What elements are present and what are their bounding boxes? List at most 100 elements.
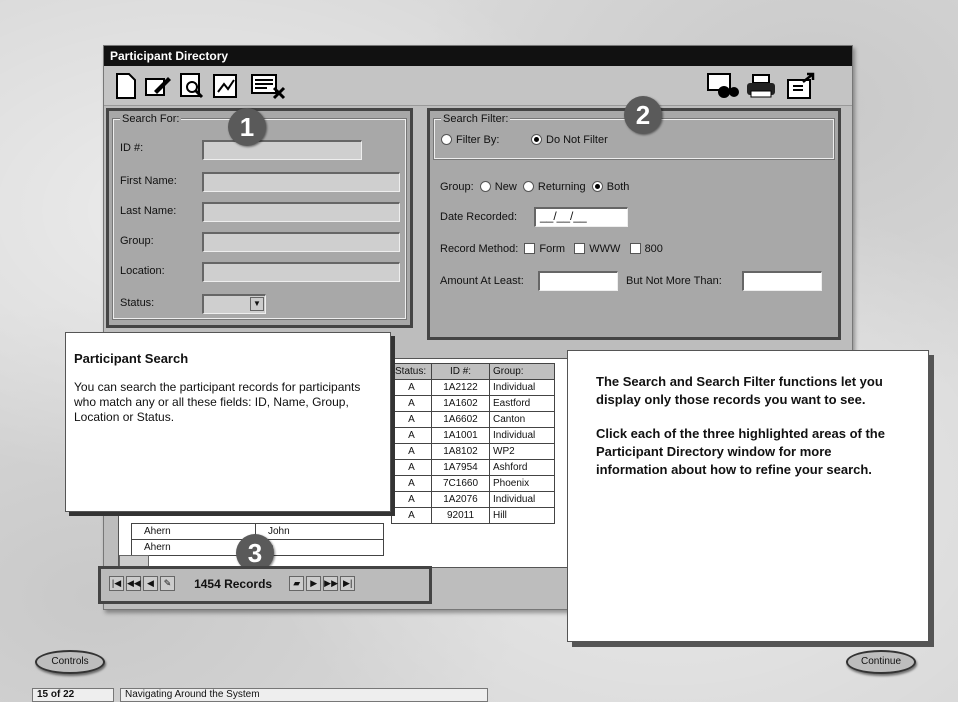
record-navigator: |◀ ◀◀ ◀ ✎ 1454 Records ▰ ▶ ▶▶ ▶| [98,566,432,604]
filter-by-option[interactable]: Filter By: [441,134,499,146]
last-name-cell: Ahern [131,523,256,540]
search-for-group: Search For: ID #: First Name: Last Name:… [112,113,407,320]
new-document-icon[interactable] [112,72,140,100]
date-recorded-field[interactable]: __/__/__ [534,207,628,227]
column-header-status[interactable]: Status: [391,363,432,380]
group-cell: Individual [489,491,555,508]
amount-max-label: But Not More Than: [626,275,722,287]
status-cell: A [391,411,432,428]
filter-by-radio[interactable] [441,134,452,145]
status-cell: A [391,427,432,444]
amount-at-least-field[interactable] [538,271,618,291]
method-www-checkbox[interactable] [574,243,586,254]
amount-at-least-label: Amount At Least: [440,275,524,287]
id-label: ID #: [120,142,144,154]
last-name-field[interactable] [202,202,400,222]
date-recorded-label: Date Recorded: [440,211,518,223]
group-cell: Individual [489,427,555,444]
popup-title: Participant Search [74,351,189,366]
status-cell: A [391,491,432,508]
search-records-icon[interactable]: ✎ [160,576,175,591]
previous-page-icon[interactable]: ◀◀ [126,576,141,591]
do-not-filter-label: Do Not Filter [546,134,608,146]
info-paragraph-2: Click each of the three highlighted area… [596,426,885,477]
id-cell: 1A2076 [431,491,490,508]
popup-body: You can search the participant records f… [74,380,361,424]
status-label: Status: [120,297,155,309]
edit-icon[interactable] [144,72,172,100]
method-www-label: WWW [589,243,621,255]
search-for-legend: Search For: [120,113,182,125]
record-method-label: Record Method: [440,243,519,255]
id-cell: 1A7954 [431,459,490,476]
next-record-icon[interactable]: ▶ [306,576,322,591]
section-title: Navigating Around the System [120,688,488,702]
table-row[interactable]: A 1A1001 Individual [391,427,555,444]
first-name-cell: John [255,523,384,540]
group-both-radio[interactable] [591,181,603,192]
group-filter-label: Group: [440,181,474,193]
status-cell: A [391,395,432,412]
search-filter-panel: Search Filter: Filter By: Do Not Filter … [427,108,841,340]
table-row[interactable]: A 1A8102 WP2 [391,443,555,460]
table-row[interactable]: A 1A2076 Individual [391,491,555,508]
table-row[interactable]: A 1A7954 Ashford [391,459,555,476]
group-returning-label: Returning [537,181,586,193]
id-field[interactable] [202,140,362,160]
location-label: Location: [120,265,165,277]
table-row[interactable]: A 1A2122 Individual [391,379,555,396]
first-record-icon[interactable]: |◀ [109,576,124,591]
highlight-badge-2[interactable]: 2 [624,96,662,134]
report-icon[interactable] [212,72,240,100]
do-not-filter-radio[interactable] [531,134,542,145]
amount-max-field[interactable] [742,271,822,291]
group-cell: Canton [489,411,555,428]
group-cell: Eastford [489,395,555,412]
previous-record-icon[interactable]: ◀ [143,576,158,591]
print-icon[interactable] [744,72,778,100]
group-label: Group: [120,235,154,247]
last-name-label: Last Name: [120,205,177,217]
toolbar [104,66,852,106]
location-field[interactable] [202,262,400,282]
method-form-checkbox[interactable] [524,243,536,254]
controls-button[interactable]: Controls [35,650,105,674]
first-name-label: First Name: [120,175,177,187]
delete-record-icon[interactable] [249,72,289,100]
group-cell: Hill [489,507,555,524]
table-header-row: Status: ID #: Group: [391,363,555,380]
table-row[interactable]: A 1A1602 Eastford [391,395,555,412]
status-cell: A [391,443,432,460]
preview-icon[interactable] [178,72,206,100]
chevron-down-icon[interactable]: ▼ [250,297,264,311]
group-cell: WP2 [489,443,555,460]
window-title: Participant Directory [104,46,852,66]
id-cell: 92011 [431,507,490,524]
search-binoculars-icon[interactable] [706,72,740,100]
id-cell: 1A1602 [431,395,490,412]
status-cell: A [391,459,432,476]
info-paragraph-1: The Search and Search Filter functions l… [596,374,883,407]
group-field[interactable] [202,232,400,252]
group-returning-radio[interactable] [522,181,534,192]
page-indicator: 15 of 22 [32,688,114,702]
table-row[interactable]: A 7C1660 Phoenix [391,475,555,492]
method-800-checkbox[interactable] [629,243,641,254]
column-header-id[interactable]: ID #: [431,363,490,380]
export-icon[interactable] [784,72,818,100]
group-new-radio[interactable] [479,181,491,192]
record-method-row: Record Method: Form WWW 800 [440,243,663,255]
status-cell: A [391,507,432,524]
column-header-group[interactable]: Group: [489,363,555,380]
last-record-icon[interactable]: ▶| [340,576,356,591]
highlight-badge-1[interactable]: 1 [228,108,266,146]
table-row[interactable]: A 92011 Hill [391,507,555,524]
table-row[interactable]: A 1A6602 Canton [391,411,555,428]
status-dropdown[interactable]: ▼ [202,294,266,314]
first-name-field[interactable] [202,172,400,192]
records-table: Status: ID #: Group: A 1A2122 Individual A 1… [391,363,555,524]
next-page-icon[interactable]: ▶▶ [323,576,339,591]
do-not-filter-option[interactable]: Do Not Filter [531,134,608,146]
bookmark-icon[interactable]: ▰ [289,576,305,591]
continue-button[interactable]: Continue [846,650,916,674]
